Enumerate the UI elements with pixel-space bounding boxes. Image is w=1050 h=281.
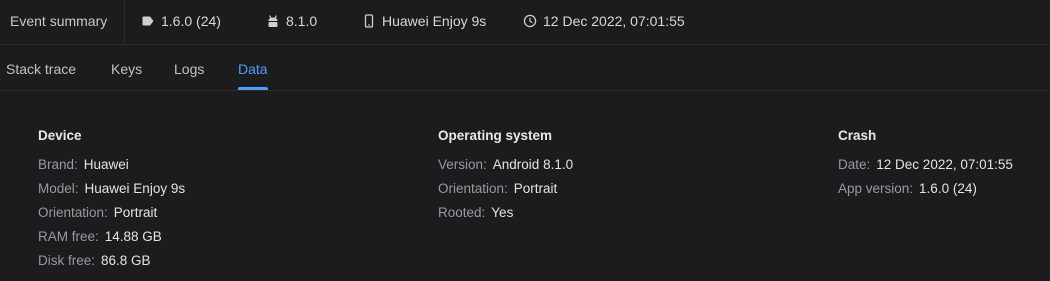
tab-logs[interactable]: Logs: [174, 61, 204, 77]
row-value: 12 Dec 2022, 07:01:55: [876, 157, 1013, 172]
device-disk-row: Disk free: 86.8 GB: [38, 252, 185, 276]
crash-section-title: Crash: [838, 128, 877, 143]
app-version-chip: 1.6.0 (24): [141, 13, 221, 29]
row-value: Portrait: [113, 205, 158, 220]
android-icon: [266, 14, 280, 28]
crash-app-version-row: App version: 1.6.0 (24): [838, 180, 1013, 204]
device-ram-row: RAM free: 14.88 GB: [38, 228, 185, 252]
tab-bar: Stack trace Keys Logs Data: [0, 45, 1050, 91]
event-time-text: 12 Dec 2022, 07:01:55: [543, 13, 685, 29]
row-key: App version:: [838, 181, 914, 196]
device-brand-row: Brand: Huawei: [38, 156, 185, 180]
os-rooted-row: Rooted: Yes: [438, 204, 573, 228]
row-key: Rooted:: [438, 205, 486, 220]
tab-stack-trace[interactable]: Stack trace: [6, 61, 76, 77]
os-version-text: 8.1.0: [286, 13, 318, 29]
row-value: Yes: [491, 205, 514, 220]
device-section: Device Brand: Huawei Model: Huawei Enjoy 9…: [38, 127, 185, 276]
tag-icon: [141, 14, 155, 28]
row-key: Version:: [438, 157, 487, 172]
tab-keys[interactable]: Keys: [111, 61, 142, 77]
device-model-row: Model: Huawei Enjoy 9s: [38, 180, 185, 204]
row-key: RAM free:: [38, 229, 99, 244]
device-chip: Huawei Enjoy 9s: [362, 13, 486, 29]
row-value: Huawei: [83, 157, 129, 172]
clock-icon: [523, 14, 537, 28]
crash-date-row: Date: 12 Dec 2022, 07:01:55: [838, 156, 1013, 180]
row-value: 1.6.0 (24): [919, 181, 977, 196]
os-section: Operating system Version: Android 8.1.0 O…: [438, 127, 573, 228]
row-key: Orientation:: [38, 205, 108, 220]
crash-section: Crash Date: 12 Dec 2022, 07:01:55 App ver…: [838, 127, 1013, 204]
active-tab-indicator: [238, 87, 268, 90]
row-value: Android 8.1.0: [492, 157, 574, 172]
row-value: Huawei Enjoy 9s: [84, 181, 186, 196]
row-value: 86.8 GB: [101, 253, 151, 268]
app-version-text: 1.6.0 (24): [161, 13, 221, 29]
row-key: Orientation:: [438, 181, 508, 196]
device-orientation-row: Orientation: Portrait: [38, 204, 185, 228]
event-summary-title: Event summary: [10, 13, 108, 29]
row-value: 14.88 GB: [104, 229, 162, 244]
row-key: Disk free:: [38, 253, 96, 268]
device-name-text: Huawei Enjoy 9s: [382, 13, 487, 29]
os-version-row: Version: Android 8.1.0: [438, 156, 573, 180]
row-value: Portrait: [513, 181, 558, 196]
smartphone-icon: [362, 14, 376, 28]
event-time-chip: 12 Dec 2022, 07:01:55: [523, 13, 685, 29]
os-version-chip: 8.1.0: [266, 13, 317, 29]
os-section-title: Operating system: [438, 128, 553, 143]
device-section-title: Device: [38, 128, 82, 143]
row-key: Date:: [838, 157, 871, 172]
os-orientation-row: Orientation: Portrait: [438, 180, 573, 204]
row-key: Brand:: [38, 157, 78, 172]
summary-divider: [124, 0, 125, 44]
tab-data[interactable]: Data: [238, 61, 268, 77]
event-summary-bar: Event summary 1.6.0 (24) 8.1.0 Huawei En…: [0, 0, 1050, 45]
row-key: Model:: [38, 181, 79, 196]
